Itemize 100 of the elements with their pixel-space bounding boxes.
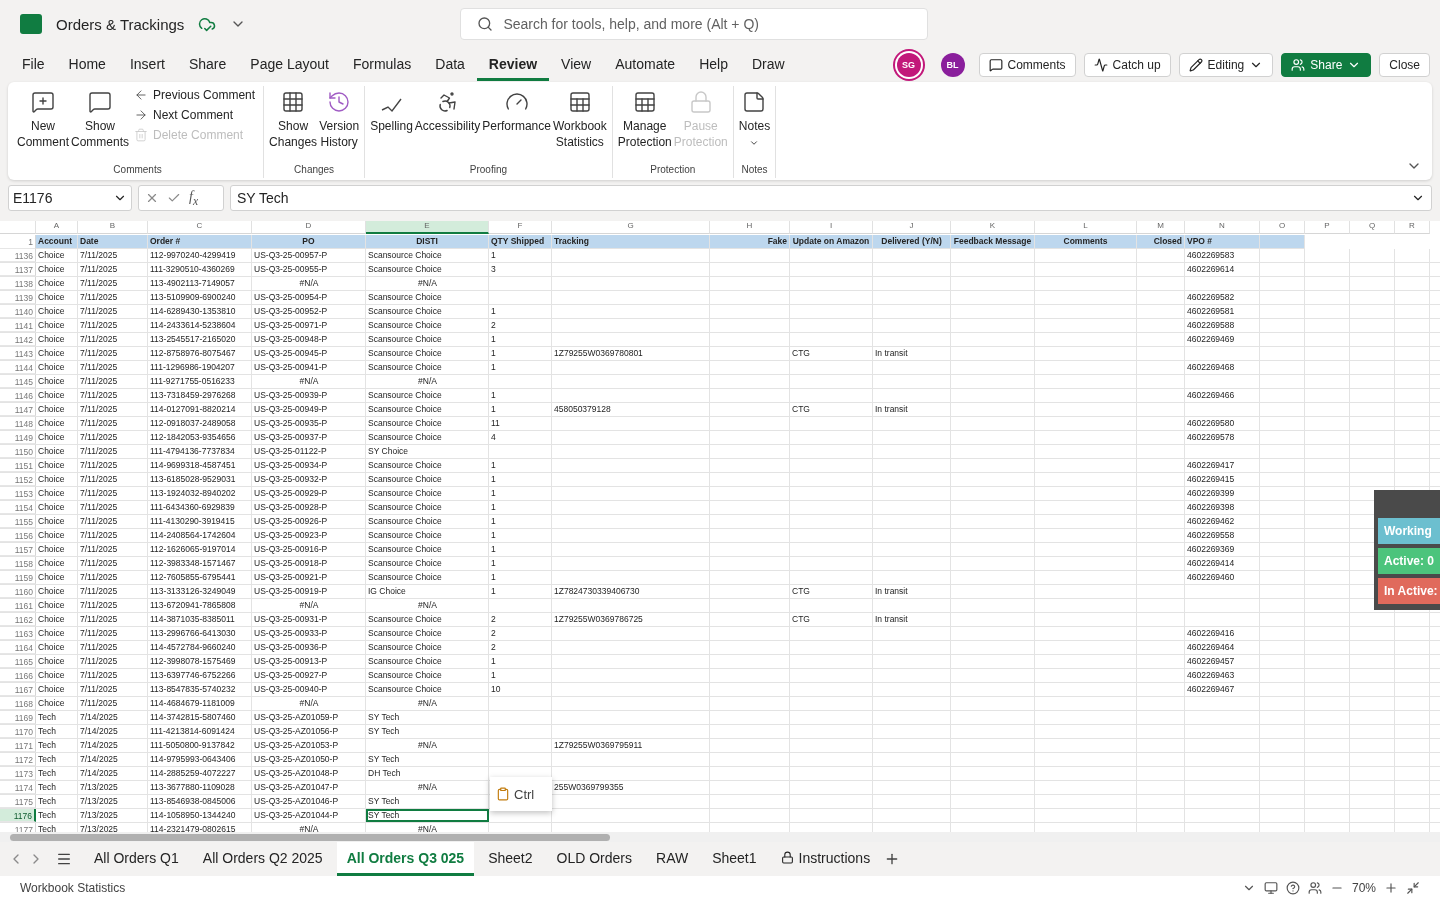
row-header[interactable]: 1163 [0, 627, 36, 640]
column-header[interactable]: R [1395, 221, 1430, 234]
column-header[interactable]: O [1260, 221, 1305, 234]
menu-tab[interactable]: Automate [603, 49, 688, 81]
row-header[interactable]: 1164 [0, 641, 36, 654]
row-header[interactable]: 1146 [0, 389, 36, 402]
name-box[interactable]: E1176 [8, 185, 132, 211]
ribbon-button[interactable]: Show Comments [70, 86, 131, 164]
ribbon-button[interactable]: New Comment [16, 86, 70, 164]
row-header[interactable]: 1137 [0, 263, 36, 276]
row-header[interactable]: 1144 [0, 361, 36, 374]
menu-tab[interactable]: View [549, 49, 604, 81]
row-header[interactable]: 1162 [0, 613, 36, 626]
row-header[interactable]: 1169 [0, 711, 36, 724]
row-header[interactable]: 1140 [0, 305, 36, 318]
menu-tab[interactable]: Page Layout [238, 49, 341, 81]
ribbon-button[interactable]: Show Changes [268, 86, 319, 164]
menu-tab[interactable]: Formulas [340, 49, 424, 81]
comments-button[interactable]: Comments [978, 53, 1076, 77]
ribbon-button[interactable]: Version History [318, 86, 361, 164]
menu-tab[interactable]: File [10, 49, 57, 81]
catchup-button[interactable]: Catch up [1083, 53, 1171, 77]
ribbon-button[interactable]: Workbook Statistics [551, 86, 608, 164]
row-header[interactable]: 1149 [0, 431, 36, 444]
ribbon-button[interactable]: Spelling [369, 86, 414, 164]
menu-tab[interactable]: Insert [117, 49, 177, 81]
row-header[interactable]: 1145 [0, 375, 36, 388]
column-header[interactable]: L [1035, 221, 1137, 234]
row-header[interactable]: 1165 [0, 655, 36, 668]
row-header[interactable]: 1157 [0, 543, 36, 556]
share-button[interactable]: Share [1281, 53, 1372, 77]
column-header[interactable]: C [148, 221, 252, 234]
column-header[interactable]: K [951, 221, 1035, 234]
sheet-tab[interactable]: All Orders Q3 025 [336, 842, 475, 876]
row-header[interactable]: 1174 [0, 781, 36, 794]
row-header[interactable]: 1171 [0, 739, 36, 752]
ribbon-button[interactable]: Accessibility [413, 86, 482, 164]
ribbon-button[interactable]: Notes [737, 86, 772, 164]
row-header[interactable]: 1142 [0, 333, 36, 346]
sheet-tab[interactable]: All Orders Q2 2025 [192, 842, 333, 876]
row-header[interactable]: 1150 [0, 445, 36, 458]
formula-field[interactable]: SY Tech [230, 185, 1432, 211]
row-header[interactable]: 1143 [0, 347, 36, 360]
row-header[interactable]: 1155 [0, 515, 36, 528]
column-header[interactable]: N [1185, 221, 1260, 234]
row-header[interactable]: 1166 [0, 669, 36, 682]
row-header[interactable]: 1168 [0, 697, 36, 710]
row-header[interactable]: 1136 [0, 249, 36, 262]
row-header[interactable]: 1160 [0, 585, 36, 598]
row-header[interactable]: 1148 [0, 417, 36, 430]
menu-tab[interactable]: Draw [739, 49, 797, 81]
column-header[interactable]: J [873, 221, 951, 234]
row-header[interactable]: 1167 [0, 683, 36, 696]
row-header[interactable]: 1176 [0, 809, 36, 822]
row-header[interactable]: 1156 [0, 529, 36, 542]
column-header[interactable]: Q [1350, 221, 1395, 234]
column-header[interactable]: B [78, 221, 148, 234]
row-header[interactable]: 1 [0, 235, 36, 249]
row-header[interactable]: 1141 [0, 319, 36, 332]
function-button[interactable]: f$_{x}$ [189, 188, 199, 208]
column-header[interactable]: P [1305, 221, 1350, 234]
row-header[interactable]: 1158 [0, 557, 36, 570]
user-avatar[interactable]: BL [940, 53, 965, 77]
ribbon-button[interactable]: Performance [481, 86, 552, 164]
ribbon-button[interactable]: Manage Protection [616, 86, 673, 164]
column-header[interactable]: H [710, 221, 790, 234]
column-header[interactable]: A [36, 221, 78, 234]
row-header[interactable]: 1152 [0, 473, 36, 486]
row-header[interactable]: 1147 [0, 403, 36, 416]
row-header[interactable]: 1153 [0, 487, 36, 500]
row-header[interactable]: 1159 [0, 571, 36, 584]
user-avatar[interactable]: SG [896, 53, 921, 77]
search-field[interactable]: Search for tools, help, and more (Alt + Q) [460, 8, 929, 40]
sheet-tab[interactable]: Instructions [770, 842, 881, 876]
row-header[interactable]: 1172 [0, 753, 36, 766]
row-header[interactable]: 1154 [0, 501, 36, 514]
sheet-tab[interactable]: All Orders Q1 [84, 842, 189, 876]
column-header[interactable]: D [252, 221, 366, 234]
column-header[interactable]: G [552, 221, 710, 234]
sheet-tab[interactable]: RAW [646, 842, 699, 876]
row-header[interactable]: 1151 [0, 459, 36, 472]
close-button[interactable]: Close [1379, 53, 1430, 77]
sheet-tab[interactable]: OLD Orders [546, 842, 642, 876]
menu-tab[interactable]: Home [56, 49, 118, 81]
column-header[interactable]: F [489, 221, 552, 234]
sheet-tab[interactable]: Sheet1 [702, 842, 767, 876]
ribbon-button[interactable]: Previous Comment [134, 88, 256, 102]
ribbon-button[interactable]: Next Comment [134, 108, 256, 122]
row-header[interactable]: 1139 [0, 291, 36, 304]
row-header[interactable]: 1173 [0, 767, 36, 780]
row-header[interactable]: 1175 [0, 795, 36, 808]
column-header[interactable]: I [790, 221, 873, 234]
row-header[interactable]: 1170 [0, 725, 36, 738]
column-header[interactable]: M [1137, 221, 1185, 234]
row-header[interactable]: 1161 [0, 599, 36, 612]
sheet-tab[interactable]: Sheet2 [478, 842, 543, 876]
editing-button[interactable]: Editing [1178, 53, 1274, 77]
column-header[interactable]: E [366, 221, 489, 234]
menu-tab[interactable]: Help [687, 49, 740, 81]
menu-tab[interactable]: Share [176, 49, 239, 81]
